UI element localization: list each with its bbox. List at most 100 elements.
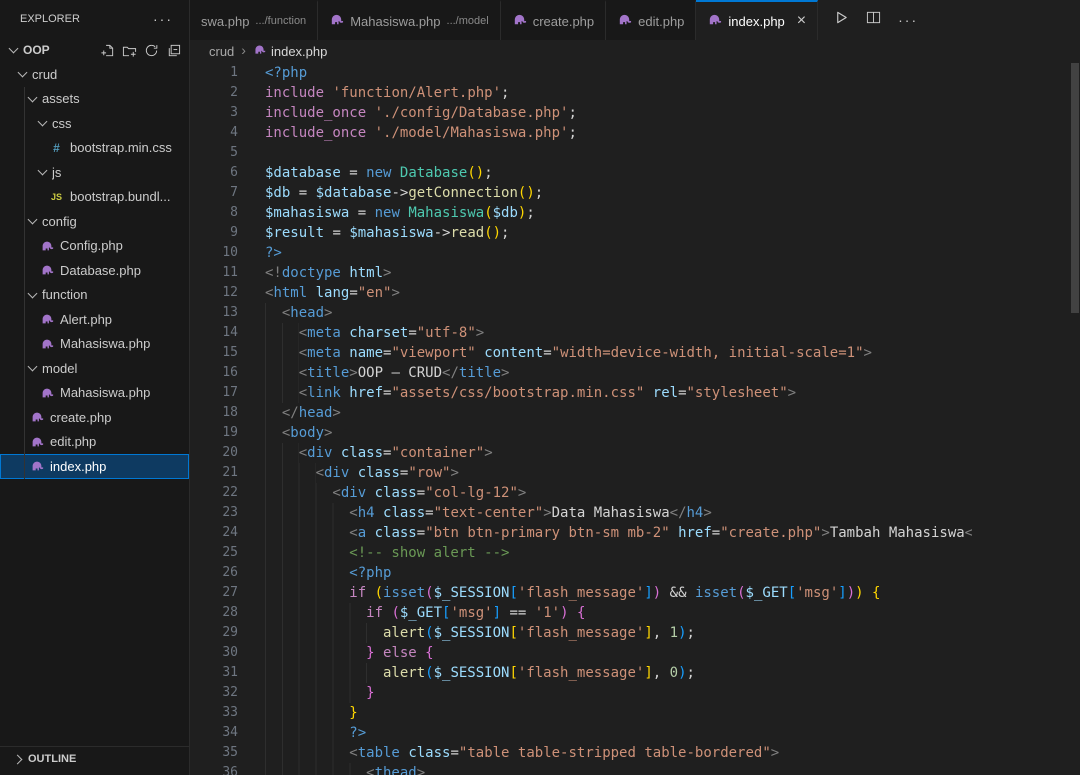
line-number: 10 bbox=[190, 243, 238, 263]
code-line[interactable]: 7$db = $database->getConnection(); bbox=[190, 183, 1080, 203]
code-line[interactable]: 36<thead> bbox=[190, 763, 1080, 775]
indent-guide bbox=[265, 343, 299, 363]
code-line[interactable]: 24<a class="btn btn-primary btn-sm mb-2"… bbox=[190, 523, 1080, 543]
code-line[interactable]: 18</head> bbox=[190, 403, 1080, 423]
tree-item-edit-php[interactable]: edit.php bbox=[0, 430, 189, 455]
tree-item-database-php[interactable]: Database.php bbox=[0, 258, 189, 283]
code-line[interactable]: 31alert($_SESSION['flash_message'], 0); bbox=[190, 663, 1080, 683]
code-line[interactable]: 29alert($_SESSION['flash_message'], 1); bbox=[190, 623, 1080, 643]
indent-guide bbox=[265, 443, 299, 463]
tree-item-index-php[interactable]: index.php bbox=[0, 454, 189, 479]
code-line[interactable]: 35<table class="table table-stripped tab… bbox=[190, 743, 1080, 763]
tree-item-bootstrap-bundl[interactable]: JSbootstrap.bundl... bbox=[0, 185, 189, 210]
tree-item-label: crud bbox=[32, 67, 57, 82]
new-file-icon[interactable] bbox=[100, 43, 115, 58]
code-line[interactable]: 3include_once './config/Database.php'; bbox=[190, 103, 1080, 123]
tree-item-bootstrap-min-css[interactable]: #bootstrap.min.css bbox=[0, 136, 189, 161]
collapse-all-icon[interactable] bbox=[166, 43, 181, 58]
code-line[interactable]: 26<?php bbox=[190, 563, 1080, 583]
tree-item-crud[interactable]: crud bbox=[0, 62, 189, 87]
scrollbar[interactable] bbox=[1070, 40, 1080, 775]
tab-index-php[interactable]: index.php× bbox=[696, 0, 818, 40]
tab-edit-php[interactable]: edit.php bbox=[606, 0, 696, 40]
code-line[interactable]: 32} bbox=[190, 683, 1080, 703]
line-number: 19 bbox=[190, 423, 238, 443]
code-line[interactable]: 30} else { bbox=[190, 643, 1080, 663]
split-editor-button[interactable] bbox=[866, 10, 881, 30]
tab-mahasiswa-php[interactable]: Mahasiswa.php.../model bbox=[318, 0, 501, 40]
tree-item-create-php[interactable]: create.php bbox=[0, 405, 189, 430]
tree-item-label: assets bbox=[42, 91, 80, 106]
tree-item-assets[interactable]: assets bbox=[0, 87, 189, 112]
breadcrumb[interactable]: crud › index.php bbox=[190, 40, 1080, 62]
code-line[interactable]: 9$result = $mahasiswa->read(); bbox=[190, 223, 1080, 243]
code-editor[interactable]: 1<?php2include 'function/Alert.php';3inc… bbox=[190, 62, 1080, 775]
explorer-title: EXPLORER bbox=[20, 13, 80, 25]
code-line[interactable]: 1<?php bbox=[190, 63, 1080, 83]
workspace-section-header[interactable]: OOP bbox=[0, 38, 189, 62]
indent-guide bbox=[265, 403, 282, 423]
code-line[interactable]: 27if (isset($_SESSION['flash_message']) … bbox=[190, 583, 1080, 603]
code-line[interactable]: 11<!doctype html> bbox=[190, 263, 1080, 283]
line-number: 23 bbox=[190, 503, 238, 523]
tree-item-function[interactable]: function bbox=[0, 283, 189, 308]
php-file-icon bbox=[39, 239, 54, 253]
tree-item-js[interactable]: js bbox=[0, 160, 189, 185]
code-line[interactable]: 14<meta charset="utf-8"> bbox=[190, 323, 1080, 343]
php-file-icon bbox=[329, 12, 344, 30]
code-line[interactable]: 33} bbox=[190, 703, 1080, 723]
code-line[interactable]: 13<head> bbox=[190, 303, 1080, 323]
code-line[interactable]: 17<link href="assets/css/bootstrap.min.c… bbox=[190, 383, 1080, 403]
code-line[interactable]: 19<body> bbox=[190, 423, 1080, 443]
code-line[interactable]: 20<div class="container"> bbox=[190, 443, 1080, 463]
indent-guide bbox=[265, 323, 299, 343]
code-line[interactable]: 34?> bbox=[190, 723, 1080, 743]
editor-more-icon[interactable]: ··· bbox=[898, 12, 918, 28]
php-file-icon bbox=[29, 435, 44, 449]
code-line[interactable]: 28if ($_GET['msg'] == '1') { bbox=[190, 603, 1080, 623]
tree-item-alert-php[interactable]: Alert.php bbox=[0, 307, 189, 332]
code-line[interactable]: 5 bbox=[190, 143, 1080, 163]
tree-item-css[interactable]: css bbox=[0, 111, 189, 136]
tree-item-label: Database.php bbox=[60, 263, 141, 278]
tree-item-mahasiswa-php[interactable]: Mahasiswa.php bbox=[0, 332, 189, 357]
tab-create-php[interactable]: create.php bbox=[501, 0, 606, 40]
new-folder-icon[interactable] bbox=[122, 43, 137, 58]
explorer-more-icon[interactable]: ··· bbox=[153, 11, 173, 27]
scrollbar-thumb[interactable] bbox=[1071, 63, 1079, 313]
indent-guide bbox=[265, 503, 349, 523]
code-line[interactable]: 6$database = new Database(); bbox=[190, 163, 1080, 183]
code-line[interactable]: 8$mahasiswa = new Mahasiswa($db); bbox=[190, 203, 1080, 223]
code-line[interactable]: 25<!-- show alert --> bbox=[190, 543, 1080, 563]
chevron-down-icon bbox=[28, 92, 38, 102]
code-line[interactable]: 16<title>OOP – CRUD</title> bbox=[190, 363, 1080, 383]
breadcrumb-folder[interactable]: crud bbox=[209, 44, 234, 59]
code-line[interactable]: 10?> bbox=[190, 243, 1080, 263]
line-number: 4 bbox=[190, 123, 238, 143]
tree-item-label: Config.php bbox=[60, 238, 123, 253]
code-line[interactable]: 2include 'function/Alert.php'; bbox=[190, 83, 1080, 103]
chevron-down-icon bbox=[38, 117, 48, 127]
line-number: 28 bbox=[190, 603, 238, 623]
chevron-down-icon bbox=[9, 44, 19, 54]
tree-item-config[interactable]: config bbox=[0, 209, 189, 234]
tree-item-mahasiswa-php[interactable]: Mahasiswa.php bbox=[0, 381, 189, 406]
line-number: 5 bbox=[190, 143, 238, 163]
code-line[interactable]: 22<div class="col-lg-12"> bbox=[190, 483, 1080, 503]
minimap[interactable]: <?phpinclude 'function/Alert.php';includ… bbox=[972, 62, 1070, 775]
php-file-icon bbox=[39, 263, 54, 277]
explorer-header: EXPLORER ··· bbox=[0, 0, 189, 38]
tree-item-model[interactable]: model bbox=[0, 356, 189, 381]
code-line[interactable]: 21<div class="row"> bbox=[190, 463, 1080, 483]
code-line[interactable]: 4include_once './model/Mahasiswa.php'; bbox=[190, 123, 1080, 143]
run-button[interactable] bbox=[834, 10, 849, 30]
close-icon[interactable]: × bbox=[797, 13, 806, 29]
line-number: 18 bbox=[190, 403, 238, 423]
code-line[interactable]: 15<meta name="viewport" content="width=d… bbox=[190, 343, 1080, 363]
tree-item-config-php[interactable]: Config.php bbox=[0, 234, 189, 259]
code-line[interactable]: 12<html lang="en"> bbox=[190, 283, 1080, 303]
outline-section-header[interactable]: OUTLINE bbox=[0, 746, 189, 771]
tab-swa-php[interactable]: swa.php.../function bbox=[190, 0, 318, 40]
code-line[interactable]: 23<h4 class="text-center">Data Mahasiswa… bbox=[190, 503, 1080, 523]
refresh-icon[interactable] bbox=[144, 43, 159, 58]
